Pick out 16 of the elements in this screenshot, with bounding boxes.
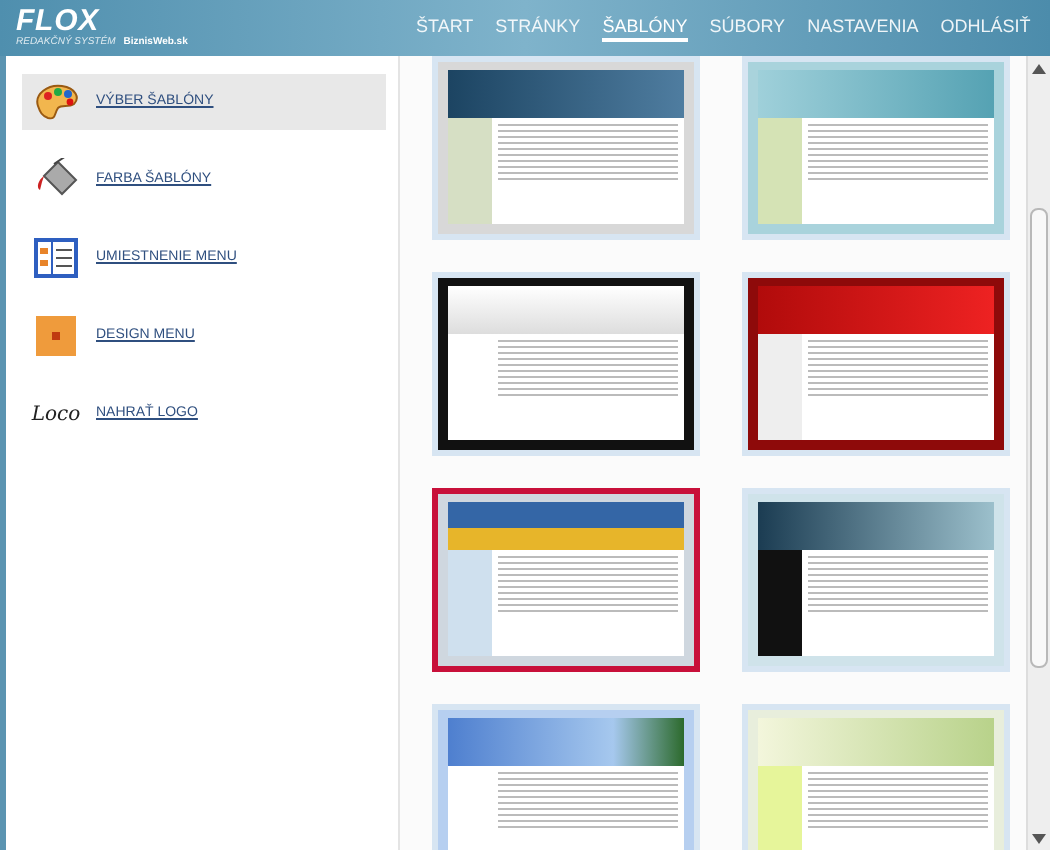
- nav-link[interactable]: SÚBORY: [709, 14, 786, 42]
- palette-icon: [32, 82, 80, 122]
- nav-link[interactable]: STRÁNKY: [495, 14, 581, 42]
- scrollbar-thumb[interactable]: [1030, 208, 1048, 668]
- nav-link[interactable]: ŠTART: [416, 14, 474, 42]
- template-thumbnail[interactable]: [432, 488, 700, 672]
- design-icon: [36, 316, 76, 356]
- scrollbar[interactable]: [1026, 56, 1050, 850]
- nav-link[interactable]: ODHLÁSIŤ: [940, 14, 1031, 42]
- layout-icon: [34, 238, 78, 278]
- logo-script-icon: Loco: [31, 399, 81, 429]
- nav-link[interactable]: ŠABLÓNY: [602, 14, 688, 42]
- scroll-up-icon[interactable]: [1032, 63, 1046, 73]
- scroll-down-icon[interactable]: [1032, 833, 1046, 843]
- logo-text: FLOX: [16, 6, 100, 36]
- nav-link[interactable]: NASTAVENIA: [807, 14, 919, 42]
